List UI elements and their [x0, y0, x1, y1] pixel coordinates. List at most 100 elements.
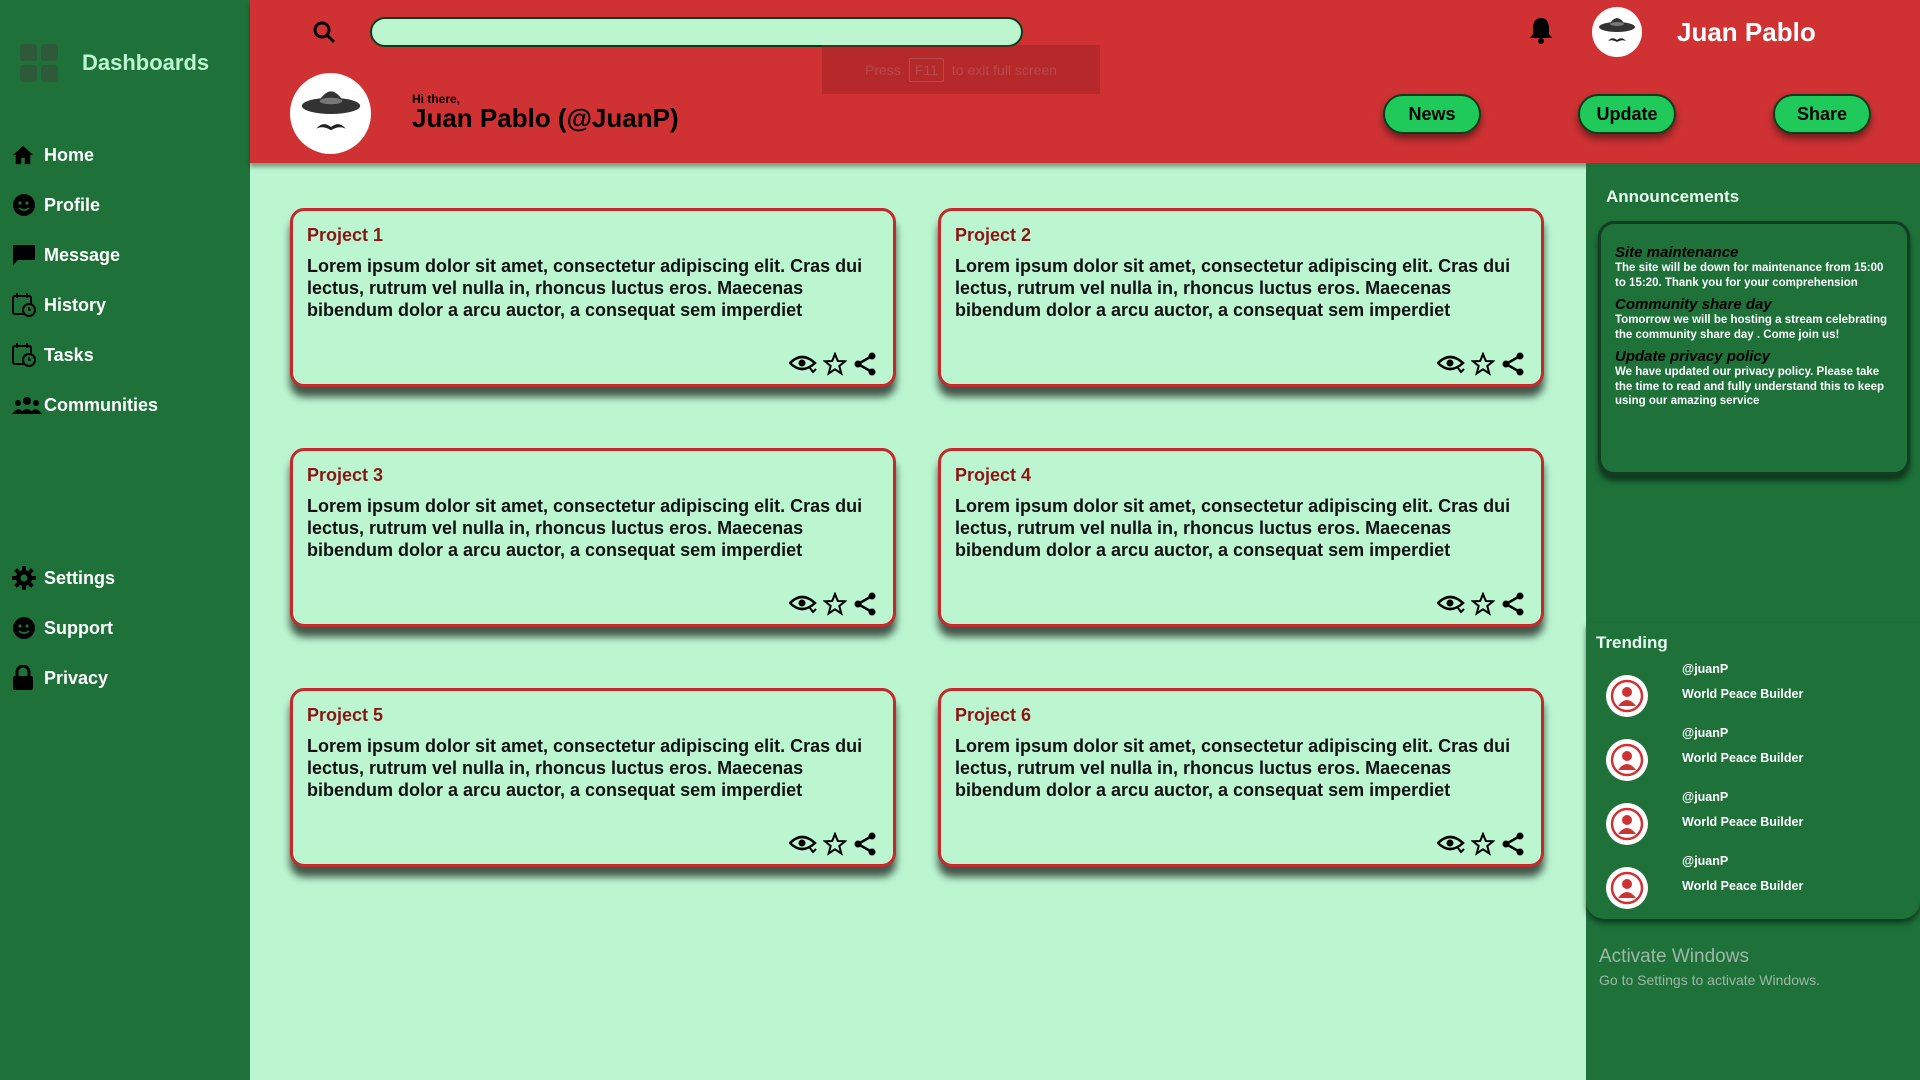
sidebar-item-label: Privacy: [44, 667, 109, 688]
sidebar-item-tasks[interactable]: Tasks: [12, 330, 158, 380]
share-icon[interactable]: [1501, 352, 1525, 376]
project-card[interactable]: Project 4 Lorem ipsum dolor sit amet, co…: [938, 448, 1544, 627]
star-icon[interactable]: [1471, 832, 1495, 856]
user-handle: Juan Pablo (@JuanP): [412, 103, 679, 133]
activation-watermark: Activate Windows Go to Settings to activ…: [1599, 946, 1820, 988]
tasks-icon: [12, 343, 44, 367]
history-icon: [12, 293, 44, 317]
card-actions: [789, 832, 877, 856]
user-avatar-icon: [1606, 739, 1648, 781]
view-icon[interactable]: [789, 353, 817, 375]
trending-item[interactable]: @juanP World Peace Builder: [1606, 785, 1906, 845]
announcement-title[interactable]: Community share day: [1615, 296, 1893, 313]
trending-handle: @juanP: [1682, 726, 1729, 740]
project-title: Project 6: [955, 705, 1032, 725]
project-title: Project 3: [307, 465, 384, 485]
trending-item[interactable]: @juanP World Peace Builder: [1606, 721, 1906, 781]
sidebar-bottom-nav: Settings Support Privacy: [12, 553, 115, 703]
sidebar-item-communities[interactable]: Communities: [12, 380, 158, 430]
sidebar-item-history[interactable]: History: [12, 280, 158, 330]
sombrero-avatar-icon: [301, 90, 360, 130]
right-panel: Announcements Site maintenance The site …: [1586, 163, 1920, 1080]
announcement-text: Tomorrow we will be hosting a stream cel…: [1615, 314, 1888, 341]
card-actions: [1437, 352, 1525, 376]
profile-icon: [12, 193, 44, 217]
share-icon[interactable]: [853, 832, 877, 856]
share-button[interactable]: Share: [1773, 94, 1871, 134]
sidebar-item-home[interactable]: Home: [12, 130, 158, 180]
share-icon[interactable]: [853, 592, 877, 616]
header: Press F11 to exit full screen Juan Pablo…: [250, 0, 1920, 163]
project-title: Project 4: [955, 465, 1032, 485]
trending-box: Trending @juanP World Peace Builder @jua…: [1586, 623, 1920, 919]
user-avatar-icon: [1606, 867, 1648, 909]
sidebar-item-settings[interactable]: Settings: [12, 553, 115, 603]
announcements-title: Announcements: [1606, 187, 1740, 206]
top-user-name[interactable]: Juan Pablo: [1677, 17, 1816, 48]
trending-item[interactable]: @juanP World Peace Builder: [1606, 657, 1906, 717]
trending-subtitle: World Peace Builder: [1682, 879, 1804, 893]
sidebar-item-support[interactable]: Support: [12, 603, 115, 653]
project-description: Lorem ipsum dolor sit amet, consectetur …: [955, 736, 1511, 800]
star-icon[interactable]: [823, 592, 847, 616]
search-icon[interactable]: [312, 20, 336, 49]
trending-item[interactable]: @juanP World Peace Builder: [1606, 849, 1906, 909]
sidebar-item-label: Message: [44, 244, 121, 265]
sidebar-item-profile[interactable]: Profile: [12, 180, 158, 230]
project-card[interactable]: Project 2 Lorem ipsum dolor sit amet, co…: [938, 208, 1544, 387]
fullscreen-hint: Press F11 to exit full screen: [822, 45, 1100, 94]
view-icon[interactable]: [789, 833, 817, 855]
project-title: Project 5: [307, 705, 384, 725]
message-icon: [12, 244, 44, 266]
search-input[interactable]: [370, 17, 1023, 47]
share-icon[interactable]: [853, 352, 877, 376]
fullscreen-hint-pre: Press: [865, 61, 901, 78]
sidebar-item-message[interactable]: Message: [12, 230, 158, 280]
announcement-title[interactable]: Site maintenance: [1615, 244, 1893, 261]
project-description: Lorem ipsum dolor sit amet, consectetur …: [955, 496, 1511, 560]
project-card[interactable]: Project 1 Lorem ipsum dolor sit amet, co…: [290, 208, 896, 387]
trending-handle: @juanP: [1682, 790, 1729, 804]
project-description: Lorem ipsum dolor sit amet, consectetur …: [955, 256, 1511, 320]
view-icon[interactable]: [789, 593, 817, 615]
share-icon[interactable]: [1501, 832, 1525, 856]
announcement-title[interactable]: Update privacy policy: [1615, 348, 1893, 365]
home-icon: [12, 145, 44, 165]
avatar[interactable]: [1592, 7, 1642, 57]
sidebar-item-label: Settings: [44, 567, 116, 588]
project-description: Lorem ipsum dolor sit amet, consectetur …: [307, 496, 863, 560]
update-button[interactable]: Update: [1578, 94, 1676, 134]
trending-subtitle: World Peace Builder: [1682, 751, 1804, 765]
card-actions: [789, 352, 877, 376]
sidebar-item-privacy[interactable]: Privacy: [12, 653, 115, 703]
star-icon[interactable]: [823, 352, 847, 376]
project-title: Project 1: [307, 225, 384, 245]
trending-handle: @juanP: [1682, 662, 1729, 676]
news-button[interactable]: News: [1383, 94, 1481, 134]
project-card[interactable]: Project 3 Lorem ipsum dolor sit amet, co…: [290, 448, 896, 627]
star-icon[interactable]: [1471, 352, 1495, 376]
profile-avatar[interactable]: [290, 73, 371, 154]
trending-title: Trending: [1596, 633, 1668, 652]
bell-icon[interactable]: [1528, 16, 1554, 49]
star-icon[interactable]: [823, 832, 847, 856]
view-icon[interactable]: [1437, 353, 1465, 375]
project-card[interactable]: Project 6 Lorem ipsum dolor sit amet, co…: [938, 688, 1544, 867]
project-card[interactable]: Project 5 Lorem ipsum dolor sit amet, co…: [290, 688, 896, 867]
user-avatar-icon: [1606, 675, 1648, 717]
trending-handle: @juanP: [1682, 854, 1729, 868]
lock-icon: [12, 665, 44, 691]
project-title: Project 2: [955, 225, 1032, 245]
user-avatar-icon: [1606, 803, 1648, 845]
sidebar-item-label: History: [44, 294, 107, 315]
view-icon[interactable]: [1437, 833, 1465, 855]
sidebar-item-label: Profile: [44, 194, 101, 215]
view-icon[interactable]: [1437, 593, 1465, 615]
star-icon[interactable]: [1471, 592, 1495, 616]
watermark-title: Activate Windows: [1599, 946, 1749, 967]
sidebar-item-label: Home: [44, 144, 95, 165]
trending-subtitle: World Peace Builder: [1682, 815, 1804, 829]
dashboard-grid-icon: [20, 44, 58, 82]
brand[interactable]: Dashboards: [20, 44, 209, 82]
share-icon[interactable]: [1501, 592, 1525, 616]
